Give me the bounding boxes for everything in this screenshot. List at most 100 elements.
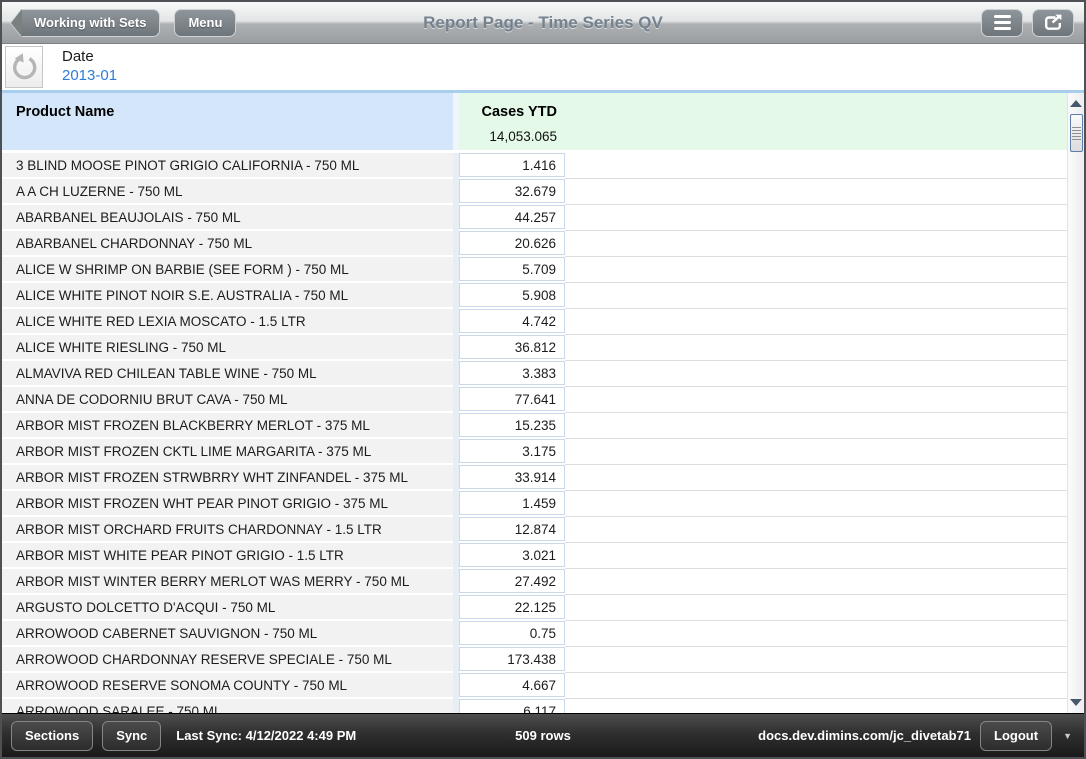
product-cell[interactable]: ABARBANEL CHARDONNAY - 750 ML bbox=[2, 231, 453, 255]
table-row[interactable]: ARBOR MIST FROZEN WHT PEAR PINOT GRIGIO … bbox=[2, 491, 1067, 517]
product-cell[interactable]: 3 BLIND MOOSE PINOT GRIGIO CALIFORNIA - … bbox=[2, 153, 453, 177]
value-cell[interactable]: 22.125 bbox=[459, 595, 565, 619]
table-row[interactable]: ALICE WHITE PINOT NOIR S.E. AUSTRALIA - … bbox=[2, 283, 1067, 309]
value-cell[interactable]: 15.235 bbox=[459, 413, 565, 437]
value-cell[interactable]: 3.383 bbox=[459, 361, 565, 385]
table-row[interactable]: ARBOR MIST ORCHARD FRUITS CHARDONNAY - 1… bbox=[2, 517, 1067, 543]
share-button[interactable] bbox=[1032, 8, 1074, 37]
value-cell[interactable]: 173.438 bbox=[459, 647, 565, 671]
table-row[interactable]: ARROWOOD RESERVE SONOMA COUNTY - 750 ML … bbox=[2, 673, 1067, 699]
menu-button[interactable]: Menu bbox=[174, 8, 237, 37]
product-cell[interactable]: ARBOR MIST FROZEN BLACKBERRY MERLOT - 37… bbox=[2, 413, 453, 437]
table-row[interactable]: ARROWOOD CHARDONNAY RESERVE SPECIALE - 7… bbox=[2, 647, 1067, 673]
value-cell[interactable]: 4.742 bbox=[459, 309, 565, 333]
table-row[interactable]: ABARBANEL CHARDONNAY - 750 ML 20.626 bbox=[2, 231, 1067, 257]
product-cell[interactable]: ALICE WHITE RED LEXIA MOSCATO - 1.5 LTR bbox=[2, 309, 453, 333]
table-row[interactable]: ARGUSTO DOLCETTO D'ACQUI - 750 ML 22.125 bbox=[2, 595, 1067, 621]
value-cell[interactable]: 5.709 bbox=[459, 257, 565, 281]
scrollbar-thumb[interactable] bbox=[1069, 114, 1083, 152]
app-window: Report Page - Time Series QV Working wit… bbox=[0, 0, 1086, 759]
table-row[interactable]: ARBOR MIST WINTER BERRY MERLOT WAS MERRY… bbox=[2, 569, 1067, 595]
filler-cell bbox=[565, 361, 1067, 387]
table-row[interactable]: ARBOR MIST WHITE PEAR PINOT GRIGIO - 1.5… bbox=[2, 543, 1067, 569]
table-row[interactable]: A A CH LUZERNE - 750 ML 32.679 bbox=[2, 179, 1067, 205]
back-button-working-with-sets[interactable]: Working with Sets bbox=[20, 8, 161, 37]
value-cell[interactable]: 33.914 bbox=[459, 465, 565, 489]
filler-cell bbox=[565, 569, 1067, 595]
product-cell[interactable]: ARBOR MIST WINTER BERRY MERLOT WAS MERRY… bbox=[2, 569, 453, 593]
filler-cell bbox=[565, 153, 1067, 179]
scroll-down-arrow-icon[interactable] bbox=[1070, 699, 1082, 706]
value-cell[interactable]: 0.75 bbox=[459, 621, 565, 645]
value-cell[interactable]: 27.492 bbox=[459, 569, 565, 593]
table-row[interactable]: ALMAVIVA RED CHILEAN TABLE WINE - 750 ML… bbox=[2, 361, 1067, 387]
value-cell[interactable]: 32.679 bbox=[459, 179, 565, 203]
product-cell[interactable]: ARBOR MIST FROZEN WHT PEAR PINOT GRIGIO … bbox=[2, 491, 453, 515]
table-row[interactable]: ARROWOOD SARALEE - 750 ML 6.117 bbox=[2, 699, 1067, 713]
table-row[interactable]: ABARBANEL BEAUJOLAIS - 750 ML 44.257 bbox=[2, 205, 1067, 231]
value-cell[interactable]: 36.812 bbox=[459, 335, 565, 359]
table-body: 3 BLIND MOOSE PINOT GRIGIO CALIFORNIA - … bbox=[2, 150, 1067, 713]
logout-button[interactable]: Logout bbox=[980, 720, 1053, 751]
value-cell[interactable]: 4.667 bbox=[459, 673, 565, 697]
sections-button[interactable]: Sections bbox=[11, 720, 94, 751]
product-cell[interactable]: ALICE W SHRIMP ON BARBIE (SEE FORM ) - 7… bbox=[2, 257, 453, 281]
product-cell[interactable]: ARROWOOD SARALEE - 750 ML bbox=[2, 699, 453, 713]
value-cell[interactable]: 3.175 bbox=[459, 439, 565, 463]
product-cell[interactable]: ALMAVIVA RED CHILEAN TABLE WINE - 750 ML bbox=[2, 361, 453, 385]
product-cell[interactable]: ANNA DE CODORNIU BRUT CAVA - 750 ML bbox=[2, 387, 453, 411]
product-cell[interactable]: ALICE WHITE PINOT NOIR S.E. AUSTRALIA - … bbox=[2, 283, 453, 307]
filler-cell bbox=[565, 647, 1067, 673]
table-row[interactable]: ALICE WHITE RIESLING - 750 ML 36.812 bbox=[2, 335, 1067, 361]
table-row[interactable]: ARBOR MIST FROZEN CKTL LIME MARGARITA - … bbox=[2, 439, 1067, 465]
product-cell[interactable]: ARROWOOD RESERVE SONOMA COUNTY - 750 ML bbox=[2, 673, 453, 697]
filler-cell bbox=[565, 595, 1067, 621]
value-cell[interactable]: 5.908 bbox=[459, 283, 565, 307]
product-cell[interactable]: ABARBANEL BEAUJOLAIS - 750 ML bbox=[2, 205, 453, 229]
page-title: Report Page - Time Series QV bbox=[423, 12, 663, 32]
table-row[interactable]: ALICE W SHRIMP ON BARBIE (SEE FORM ) - 7… bbox=[2, 257, 1067, 283]
filler-cell bbox=[565, 231, 1067, 257]
value-cell[interactable]: 1.459 bbox=[459, 491, 565, 515]
table-row[interactable]: ANNA DE CODORNIU BRUT CAVA - 750 ML 77.6… bbox=[2, 387, 1067, 413]
hamburger-icon bbox=[993, 15, 1011, 30]
logout-dropdown-caret-icon[interactable]: ▼ bbox=[1061, 727, 1074, 745]
value-cell[interactable]: 3.021 bbox=[459, 543, 565, 567]
product-cell[interactable]: ARBOR MIST FROZEN CKTL LIME MARGARITA - … bbox=[2, 439, 453, 463]
value-cell[interactable]: 44.257 bbox=[459, 205, 565, 229]
server-address: docs.dev.dimins.com/jc_divetab71 bbox=[758, 728, 972, 743]
product-cell[interactable]: ARBOR MIST WHITE PEAR PINOT GRIGIO - 1.5… bbox=[2, 543, 453, 567]
product-cell[interactable]: ARROWOOD CABERNET SAUVIGNON - 750 ML bbox=[2, 621, 453, 645]
filter-value-link[interactable]: 2013-01 bbox=[62, 67, 117, 86]
table-row[interactable]: ARROWOOD CABERNET SAUVIGNON - 750 ML 0.7… bbox=[2, 621, 1067, 647]
column-header-cases-ytd[interactable]: Cases YTD 14,053.065 bbox=[459, 93, 565, 150]
value-cell[interactable]: 1.416 bbox=[459, 153, 565, 177]
filter-label: Date bbox=[62, 48, 94, 66]
product-cell[interactable]: ARBOR MIST ORCHARD FRUITS CHARDONNAY - 1… bbox=[2, 517, 453, 541]
filler-cell bbox=[565, 491, 1067, 517]
product-cell[interactable]: ARBOR MIST FROZEN STRWBRRY WHT ZINFANDEL… bbox=[2, 465, 453, 489]
product-cell[interactable]: ALICE WHITE RIESLING - 750 ML bbox=[2, 335, 453, 359]
table-row[interactable]: ARBOR MIST FROZEN BLACKBERRY MERLOT - 37… bbox=[2, 413, 1067, 439]
value-cell[interactable]: 77.641 bbox=[459, 387, 565, 411]
vertical-scrollbar[interactable] bbox=[1067, 93, 1084, 713]
sync-button[interactable]: Sync bbox=[102, 720, 162, 751]
filler-cell bbox=[565, 465, 1067, 491]
product-cell[interactable]: A A CH LUZERNE - 750 ML bbox=[2, 179, 453, 203]
list-menu-button[interactable] bbox=[981, 8, 1023, 37]
filter-bar: Date 2013-01 bbox=[2, 44, 1084, 93]
column-header-product-name[interactable]: Product Name bbox=[2, 93, 453, 150]
value-cell[interactable]: 20.626 bbox=[459, 231, 565, 255]
scroll-up-arrow-icon[interactable] bbox=[1070, 100, 1082, 107]
table-row[interactable]: 3 BLIND MOOSE PINOT GRIGIO CALIFORNIA - … bbox=[2, 153, 1067, 179]
reset-filter-button[interactable] bbox=[5, 46, 43, 88]
value-cell[interactable]: 12.874 bbox=[459, 517, 565, 541]
value-cell[interactable]: 6.117 bbox=[459, 699, 565, 713]
filler-cell bbox=[565, 335, 1067, 361]
product-cell[interactable]: ARROWOOD CHARDONNAY RESERVE SPECIALE - 7… bbox=[2, 647, 453, 671]
product-cell[interactable]: ARGUSTO DOLCETTO D'ACQUI - 750 ML bbox=[2, 595, 453, 619]
report-table: Product Name Cases YTD 14,053.065 3 BLIN… bbox=[2, 93, 1084, 713]
cases-ytd-label: Cases YTD bbox=[481, 104, 558, 120]
table-row[interactable]: ARBOR MIST FROZEN STRWBRRY WHT ZINFANDEL… bbox=[2, 465, 1067, 491]
table-row[interactable]: ALICE WHITE RED LEXIA MOSCATO - 1.5 LTR … bbox=[2, 309, 1067, 335]
